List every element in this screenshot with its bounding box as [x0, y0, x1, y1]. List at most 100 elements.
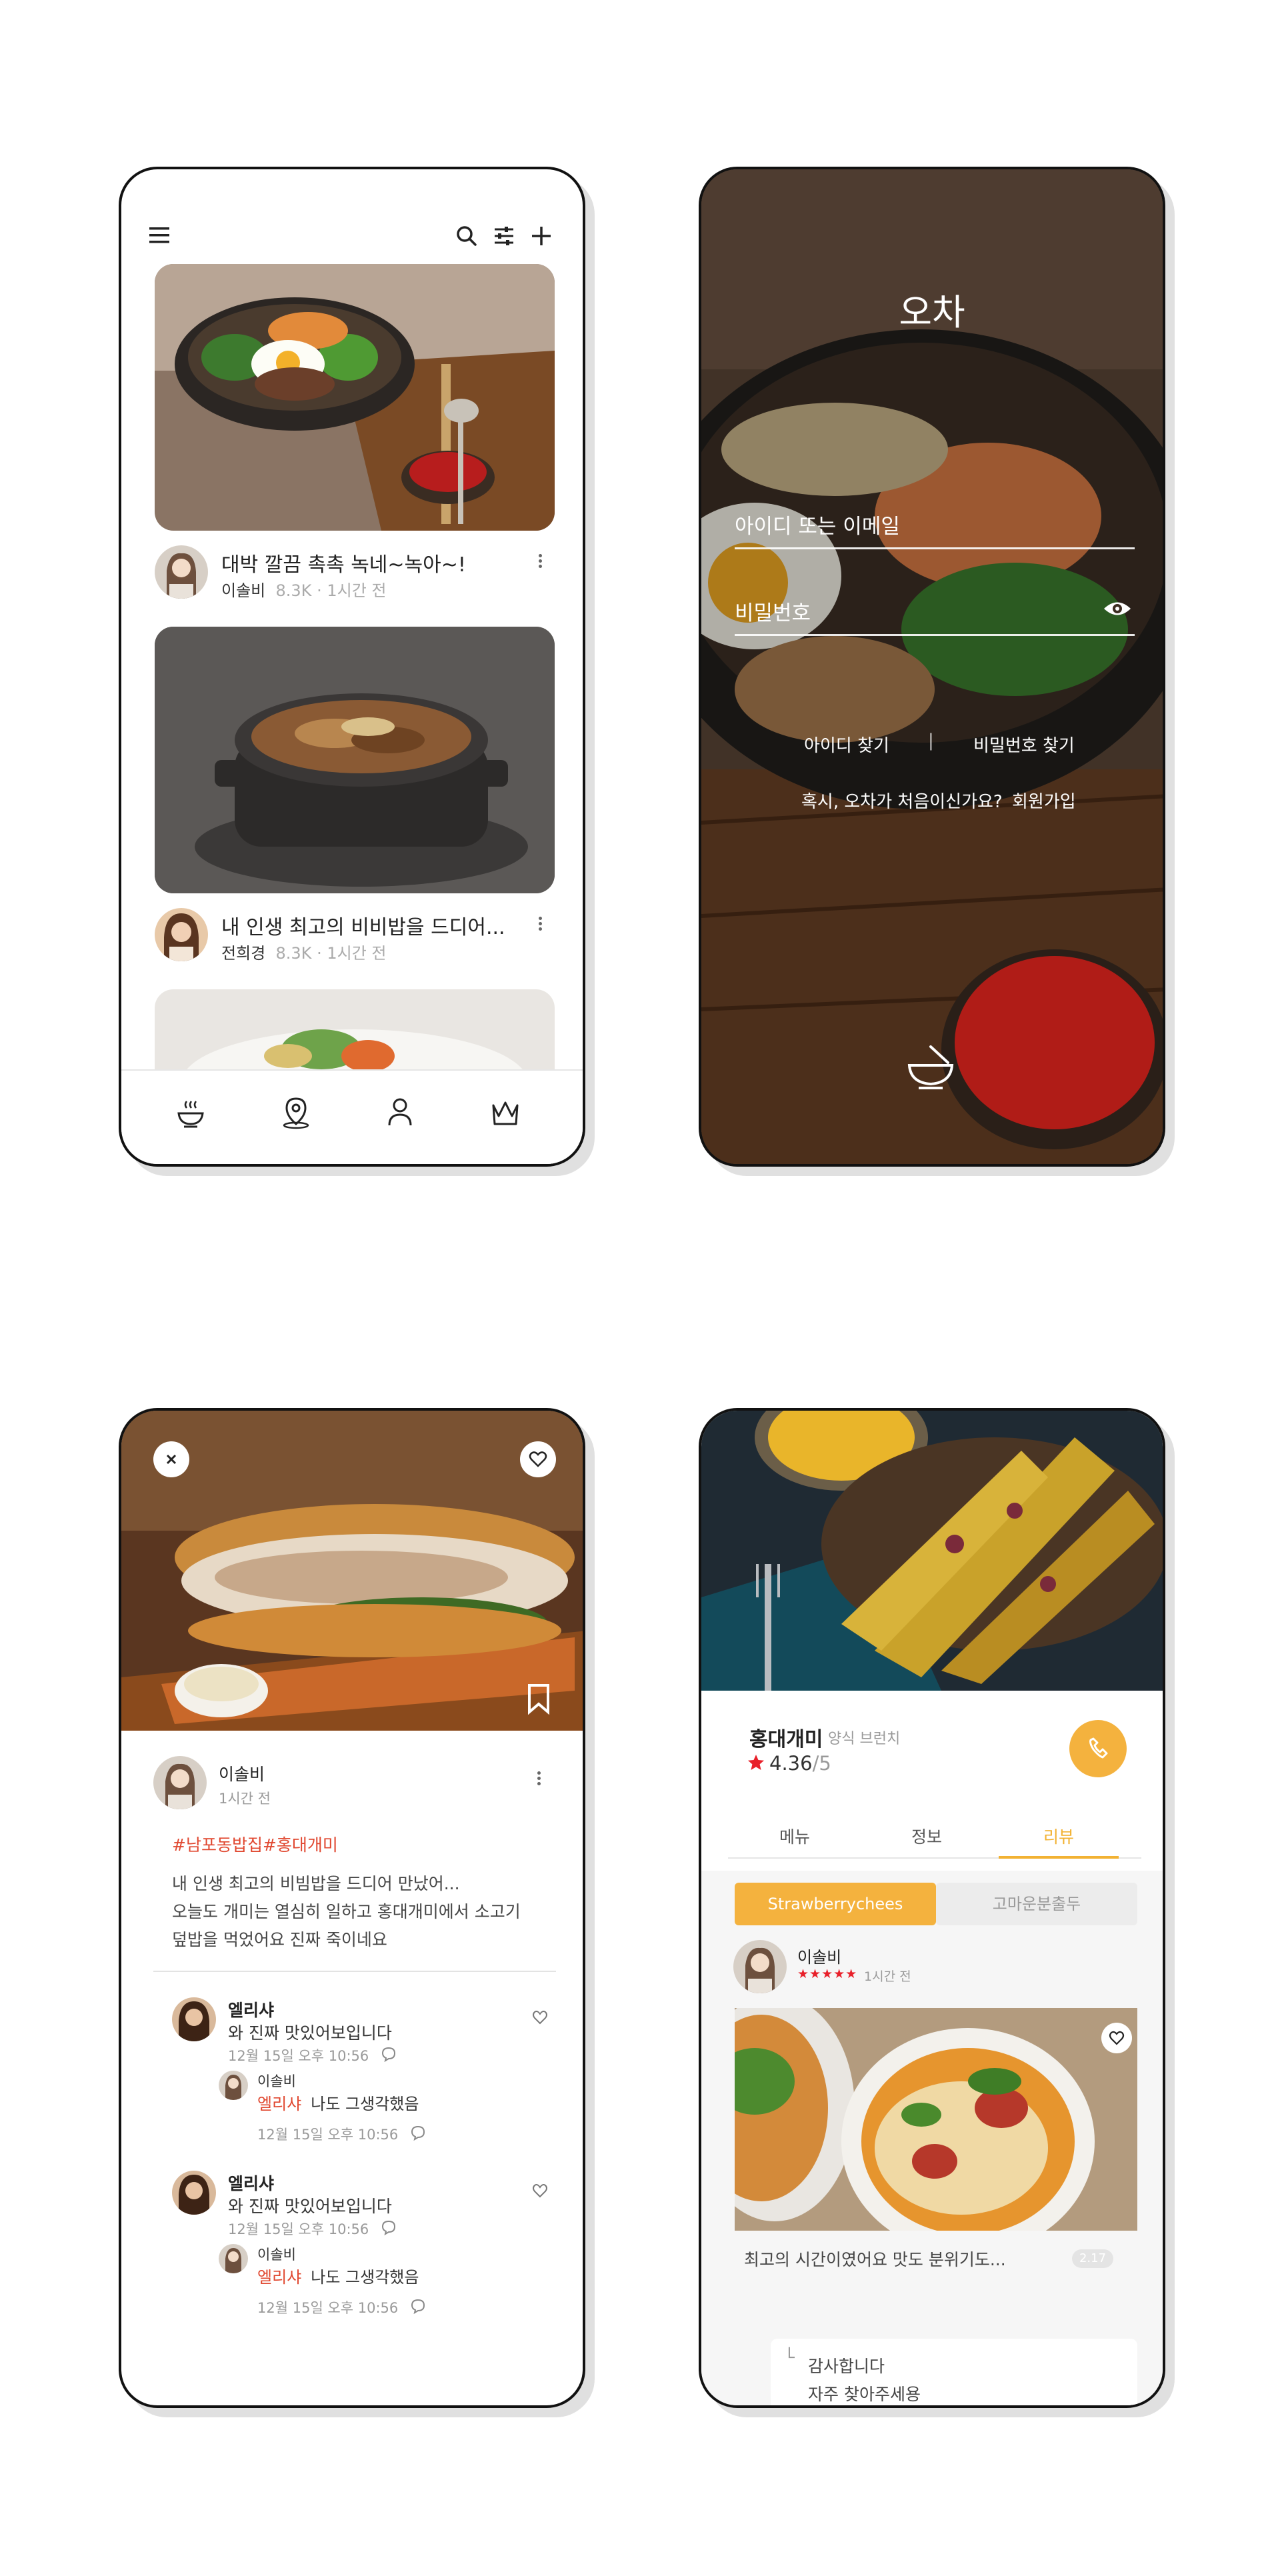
review-photo[interactable]: [735, 2008, 1137, 2231]
login-screen: 오차 아이디 또는 이메일 비밀번호 아이디 찾기 | 비밀번호 찾기 혹시, …: [699, 167, 1165, 1167]
review-time: 1시간 전: [864, 1969, 911, 1984]
segment-second[interactable]: 고마운분출두: [936, 1883, 1137, 1925]
post-detail-screen: 이솔비 1시간 전 #남포동밥집#홍대개미 내 인생 최고의 비빔밥을 드디어 …: [119, 1408, 585, 2408]
divider: [153, 1971, 556, 1972]
avatar[interactable]: [733, 1940, 787, 1993]
reply-text: 엘리샤 나도 그생각했음: [257, 2264, 419, 2287]
password-placeholder: 비밀번호: [735, 601, 811, 625]
post-image-bibimbap[interactable]: [155, 264, 555, 531]
reply-time: 12월 15일 오후 10:56: [257, 2127, 399, 2143]
comment-author[interactable]: 엘리샤: [228, 1997, 274, 2021]
post-time: 1시간 전: [327, 944, 387, 963]
owner-reply-line: 감사합니다: [808, 2357, 885, 2376]
person-icon[interactable]: [384, 1096, 416, 1129]
rating-value: 4.36/5: [769, 1752, 831, 1775]
reply-body: 나도 그생각했음: [311, 2268, 419, 2287]
eye-icon[interactable]: [1103, 599, 1132, 619]
plus-icon[interactable]: [529, 224, 553, 248]
app-title: 오차: [899, 291, 965, 333]
more-options-icon[interactable]: [533, 915, 547, 935]
avatar[interactable]: [155, 908, 208, 961]
avatar[interactable]: [172, 1997, 216, 2041]
id-placeholder: 아이디 또는 이메일: [735, 515, 900, 539]
reply-author[interactable]: 이솔비: [257, 2071, 296, 2091]
reply-bubble-icon[interactable]: [380, 2045, 397, 2063]
comment-time: 12월 15일 오후 10:56: [228, 2221, 369, 2237]
bookmark-icon[interactable]: [525, 1683, 552, 1715]
reply-author[interactable]: 이솔비: [257, 2244, 296, 2264]
post-time: 1시간 전: [219, 1791, 271, 1807]
post-image-beef-bowl[interactable]: [155, 627, 555, 893]
reply-bubble-icon[interactable]: [380, 2219, 397, 2236]
reply-mention[interactable]: 엘리샤: [257, 2268, 301, 2287]
restaurant-name: 홍대개미: [749, 1728, 823, 1751]
heart-icon[interactable]: [531, 2181, 549, 2200]
comment-author[interactable]: 엘리샤: [228, 2171, 274, 2195]
tab-menu[interactable]: 메뉴: [748, 1824, 841, 1848]
more-options-icon[interactable]: [533, 552, 547, 572]
more-options-icon[interactable]: [532, 1769, 545, 1789]
post-body-line: 덮밥을 먹었어요 진짜 죽이네요: [172, 1930, 387, 1949]
hashtag[interactable]: #남포동밥집: [172, 1835, 263, 1855]
reply-text: 엘리샤 나도 그생각했음: [257, 2091, 419, 2114]
review-text: 최고의 시간이였어요 맛도 분위기도...: [744, 2250, 1006, 2269]
call-button[interactable]: [1069, 1720, 1127, 1777]
post-author: 전희경: [221, 944, 266, 963]
comment-text: 와 진짜 맛있어보입니다: [228, 2023, 392, 2043]
avatar[interactable]: [219, 2244, 248, 2273]
menu-icon[interactable]: [148, 225, 172, 245]
review-stars: ★★★★★: [797, 1967, 858, 1981]
review-badge: 2.17: [1072, 2249, 1113, 2268]
avatar[interactable]: [172, 2171, 216, 2215]
find-password-link[interactable]: 비밀번호 찾기: [973, 732, 1075, 757]
post-time: 1시간 전: [327, 581, 387, 600]
post-meta: 이솔비 8.3K · 1시간 전: [221, 577, 386, 601]
active-tab-indicator: [999, 1856, 1119, 1859]
post-author: 이솔비: [221, 581, 266, 600]
avatar[interactable]: [153, 1756, 207, 1809]
segment-strawberrychees[interactable]: Strawberrychees: [735, 1883, 936, 1925]
meta-separator: ·: [317, 581, 322, 600]
reply-bubble-icon[interactable]: [409, 2297, 427, 2315]
restaurant-hero-photo: [701, 1411, 1163, 1691]
signup-link[interactable]: 회원가입: [1012, 788, 1076, 813]
reply-bubble-icon[interactable]: [409, 2124, 427, 2141]
search-icon[interactable]: [455, 224, 479, 248]
find-id-link[interactable]: 아이디 찾기: [804, 732, 889, 757]
bowl-icon[interactable]: [175, 1097, 207, 1129]
reply-mention[interactable]: 엘리샤: [257, 2095, 301, 2113]
hashtag[interactable]: #홍대개미: [263, 1835, 338, 1855]
star-icon: [748, 1755, 764, 1770]
like-button[interactable]: [520, 1441, 556, 1477]
post-views: 8.3K: [275, 581, 312, 600]
post-body-line: 오늘도 개미는 열심히 일하고 홍대개미에서 소고기: [172, 1902, 521, 1921]
avatar[interactable]: [155, 545, 208, 599]
post-title[interactable]: 대박 깔끔 촉촉 녹네~녹아~!: [221, 548, 466, 577]
post-title[interactable]: 내 인생 최고의 비비밥을 드디어...: [221, 911, 505, 940]
tab-review[interactable]: 리뷰: [1012, 1824, 1105, 1848]
feed-screen: 대박 깔끔 촉촉 녹네~녹아~! 이솔비 8.3K · 1시간 전 내 인생 최…: [119, 167, 585, 1167]
post-author[interactable]: 이솔비: [219, 1761, 265, 1785]
close-icon: [166, 1454, 177, 1465]
first-time-text: 혹시, 오차가 처음이신가요?: [801, 792, 1003, 812]
restaurant-category: 양식 브런치: [828, 1731, 901, 1747]
phone-icon: [1089, 1737, 1108, 1759]
feed-top-bar: [121, 217, 583, 251]
id-field[interactable]: 아이디 또는 이메일: [735, 509, 1135, 549]
heart-icon: [529, 1451, 547, 1467]
bowl-logo-icon: [907, 1045, 954, 1089]
close-button[interactable]: [153, 1441, 189, 1477]
review-like-button[interactable]: [1101, 2023, 1132, 2053]
map-pin-icon[interactable]: [280, 1096, 312, 1129]
heart-icon[interactable]: [531, 2008, 549, 2027]
password-field[interactable]: 비밀번호: [735, 596, 1135, 636]
avatar[interactable]: [219, 2071, 248, 2100]
filter-icon[interactable]: [492, 224, 516, 248]
review-author[interactable]: 이솔비: [797, 1944, 841, 1967]
post-meta: 전희경 8.3K · 1시간 전: [221, 940, 386, 963]
heart-icon: [1109, 2031, 1125, 2045]
crown-icon[interactable]: [489, 1097, 521, 1128]
bottom-nav: [121, 1069, 583, 1164]
tab-info[interactable]: 정보: [880, 1824, 973, 1848]
owner-reply-line: 자주 찾아주세용: [808, 2385, 921, 2404]
